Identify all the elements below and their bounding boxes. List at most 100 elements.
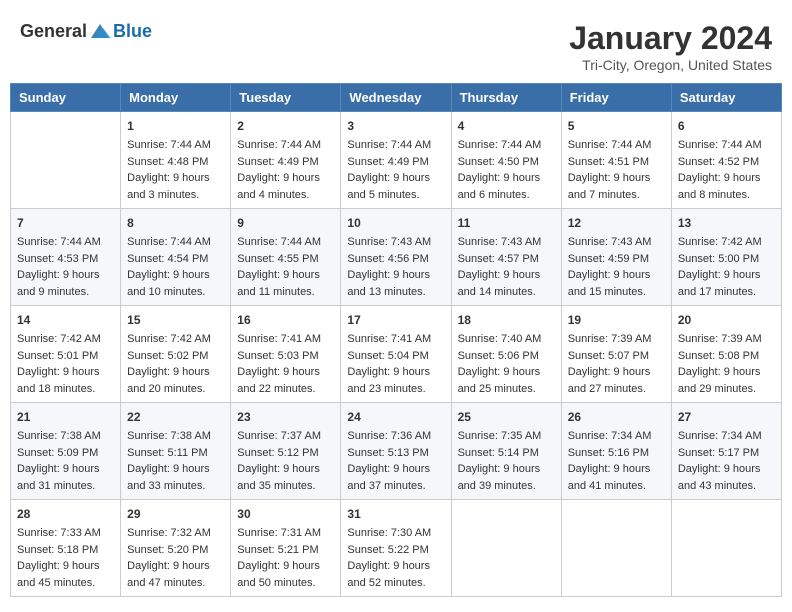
sunrise-text: Sunrise: 7:37 AM: [237, 430, 321, 442]
day-number: 1: [127, 117, 224, 135]
logo-icon: [89, 20, 111, 42]
calendar-week-row: 28Sunrise: 7:33 AMSunset: 5:18 PMDayligh…: [11, 500, 782, 597]
sunset-text: Sunset: 5:16 PM: [568, 447, 649, 459]
daylight-text: Daylight: 9 hours and 6 minutes.: [458, 172, 541, 201]
day-number: 13: [678, 214, 775, 232]
calendar-cell: 28Sunrise: 7:33 AMSunset: 5:18 PMDayligh…: [11, 500, 121, 597]
sunset-text: Sunset: 5:20 PM: [127, 544, 208, 556]
calendar-cell: 18Sunrise: 7:40 AMSunset: 5:06 PMDayligh…: [451, 306, 561, 403]
sunrise-text: Sunrise: 7:32 AM: [127, 527, 211, 539]
sunset-text: Sunset: 5:14 PM: [458, 447, 539, 459]
calendar-cell: 20Sunrise: 7:39 AMSunset: 5:08 PMDayligh…: [671, 306, 781, 403]
calendar-cell: 16Sunrise: 7:41 AMSunset: 5:03 PMDayligh…: [231, 306, 341, 403]
day-number: 29: [127, 505, 224, 523]
calendar-cell: [11, 112, 121, 209]
page-subtitle: Tri-City, Oregon, United States: [569, 57, 772, 73]
daylight-text: Daylight: 9 hours and 37 minutes.: [347, 463, 430, 492]
day-number: 28: [17, 505, 114, 523]
cell-content: 26Sunrise: 7:34 AMSunset: 5:16 PMDayligh…: [568, 408, 665, 494]
calendar-table: SundayMondayTuesdayWednesdayThursdayFrid…: [10, 83, 782, 597]
sunset-text: Sunset: 5:12 PM: [237, 447, 318, 459]
sunrise-text: Sunrise: 7:44 AM: [237, 236, 321, 248]
calendar-cell: 10Sunrise: 7:43 AMSunset: 4:56 PMDayligh…: [341, 209, 451, 306]
sunrise-text: Sunrise: 7:42 AM: [678, 236, 762, 248]
page-title: January 2024: [569, 20, 772, 57]
cell-content: 22Sunrise: 7:38 AMSunset: 5:11 PMDayligh…: [127, 408, 224, 494]
sunset-text: Sunset: 4:59 PM: [568, 253, 649, 265]
cell-content: 5Sunrise: 7:44 AMSunset: 4:51 PMDaylight…: [568, 117, 665, 203]
logo: General Blue: [20, 20, 152, 42]
header: General Blue January 2024 Tri-City, Oreg…: [10, 10, 782, 78]
day-number: 8: [127, 214, 224, 232]
cell-content: 28Sunrise: 7:33 AMSunset: 5:18 PMDayligh…: [17, 505, 114, 591]
sunrise-text: Sunrise: 7:44 AM: [127, 139, 211, 151]
calendar-cell: 4Sunrise: 7:44 AMSunset: 4:50 PMDaylight…: [451, 112, 561, 209]
day-number: 6: [678, 117, 775, 135]
calendar-cell: 13Sunrise: 7:42 AMSunset: 5:00 PMDayligh…: [671, 209, 781, 306]
calendar-cell: 17Sunrise: 7:41 AMSunset: 5:04 PMDayligh…: [341, 306, 451, 403]
sunset-text: Sunset: 4:56 PM: [347, 253, 428, 265]
day-number: 22: [127, 408, 224, 426]
daylight-text: Daylight: 9 hours and 7 minutes.: [568, 172, 651, 201]
cell-content: 20Sunrise: 7:39 AMSunset: 5:08 PMDayligh…: [678, 311, 775, 397]
cell-content: 29 Sunrise: 7:32 AM Sunset: 5:20 PM Dayligh…: [127, 505, 224, 591]
daylight-text: Daylight: 9 hours and 11 minutes.: [237, 269, 320, 298]
day-number: 4: [458, 117, 555, 135]
sunrise-text: Sunrise: 7:44 AM: [347, 139, 431, 151]
day-number: 21: [17, 408, 114, 426]
sunrise-text: Sunrise: 7:34 AM: [678, 430, 762, 442]
cell-content: 14Sunrise: 7:42 AMSunset: 5:01 PMDayligh…: [17, 311, 114, 397]
day-number: 23: [237, 408, 334, 426]
day-number: 31: [347, 505, 444, 523]
calendar-weekday-header: Monday: [121, 84, 231, 112]
daylight-text: Daylight: 9 hours and 5 minutes.: [347, 172, 430, 201]
sunset-text: Sunset: 5:04 PM: [347, 350, 428, 362]
sunset-text: Sunset: 4:49 PM: [347, 156, 428, 168]
sunset-text: Sunset: 4:49 PM: [237, 156, 318, 168]
calendar-cell: 3Sunrise: 7:44 AMSunset: 4:49 PMDaylight…: [341, 112, 451, 209]
title-area: January 2024 Tri-City, Oregon, United St…: [569, 20, 772, 73]
calendar-week-row: 7Sunrise: 7:44 AMSunset: 4:53 PMDaylight…: [11, 209, 782, 306]
sunrise-text: Sunrise: 7:41 AM: [347, 333, 431, 345]
sunrise-text: Sunrise: 7:31 AM: [237, 527, 321, 539]
cell-content: 25Sunrise: 7:35 AMSunset: 5:14 PMDayligh…: [458, 408, 555, 494]
day-number: 27: [678, 408, 775, 426]
sunset-text: Sunset: 5:22 PM: [347, 544, 428, 556]
sunset-text: Sunset: 4:48 PM: [127, 156, 208, 168]
cell-content: 17Sunrise: 7:41 AMSunset: 5:04 PMDayligh…: [347, 311, 444, 397]
sunrise-text: Sunrise: 7:40 AM: [458, 333, 542, 345]
calendar-week-row: 14Sunrise: 7:42 AMSunset: 5:01 PMDayligh…: [11, 306, 782, 403]
cell-content: 23Sunrise: 7:37 AMSunset: 5:12 PMDayligh…: [237, 408, 334, 494]
calendar-cell: 7Sunrise: 7:44 AMSunset: 4:53 PMDaylight…: [11, 209, 121, 306]
day-number: 9: [237, 214, 334, 232]
calendar-cell: 24Sunrise: 7:36 AMSunset: 5:13 PMDayligh…: [341, 403, 451, 500]
day-number: 18: [458, 311, 555, 329]
sunrise-text: Sunrise: 7:39 AM: [568, 333, 652, 345]
cell-content: 24Sunrise: 7:36 AMSunset: 5:13 PMDayligh…: [347, 408, 444, 494]
calendar-cell: 31Sunrise: 7:30 AMSunset: 5:22 PMDayligh…: [341, 500, 451, 597]
sunset-text: Sunset: 5:01 PM: [17, 350, 98, 362]
cell-content: 9Sunrise: 7:44 AMSunset: 4:55 PMDaylight…: [237, 214, 334, 300]
sunset-text: Sunset: 4:52 PM: [678, 156, 759, 168]
cell-content: 30Sunrise: 7:31 AMSunset: 5:21 PMDayligh…: [237, 505, 334, 591]
daylight-text: Daylight: 9 hours and 25 minutes.: [458, 366, 541, 395]
daylight-text: Daylight: 9 hours and 41 minutes.: [568, 463, 651, 492]
day-number: 20: [678, 311, 775, 329]
sunset-text: Sunset: 4:54 PM: [127, 253, 208, 265]
daylight-text: Daylight: 9 hours and 29 minutes.: [678, 366, 761, 395]
cell-content: 16Sunrise: 7:41 AMSunset: 5:03 PMDayligh…: [237, 311, 334, 397]
calendar-cell: 8Sunrise: 7:44 AMSunset: 4:54 PMDaylight…: [121, 209, 231, 306]
calendar-cell: 23Sunrise: 7:37 AMSunset: 5:12 PMDayligh…: [231, 403, 341, 500]
cell-content: 3Sunrise: 7:44 AMSunset: 4:49 PMDaylight…: [347, 117, 444, 203]
calendar-cell: 1Sunrise: 7:44 AMSunset: 4:48 PMDaylight…: [121, 112, 231, 209]
calendar-weekday-header: Tuesday: [231, 84, 341, 112]
cell-content: 10Sunrise: 7:43 AMSunset: 4:56 PMDayligh…: [347, 214, 444, 300]
sunrise-text: Sunrise: 7:43 AM: [458, 236, 542, 248]
sunrise-text: Sunrise: 7:43 AM: [347, 236, 431, 248]
cell-content: 15Sunrise: 7:42 AMSunset: 5:02 PMDayligh…: [127, 311, 224, 397]
day-number: 19: [568, 311, 665, 329]
calendar-cell: [561, 500, 671, 597]
daylight-text: Daylight: 9 hours and 47 minutes.: [127, 560, 210, 589]
sunrise-text: Sunrise: 7:44 AM: [458, 139, 542, 151]
calendar-cell: 22Sunrise: 7:38 AMSunset: 5:11 PMDayligh…: [121, 403, 231, 500]
